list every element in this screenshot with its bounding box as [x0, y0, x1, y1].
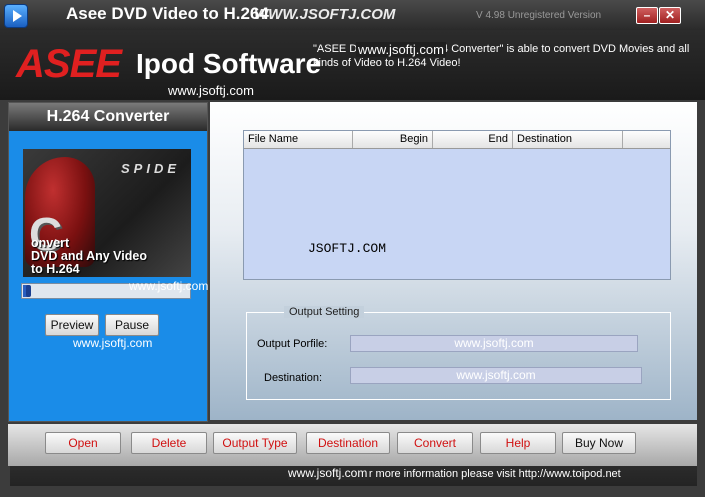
converter-panel: H.264 Converter SPIDE C onvert DVD and A… — [8, 102, 208, 422]
file-list-header: File Name Begin End Destination — [244, 131, 670, 149]
file-list[interactable]: File Name Begin End Destination JSOFTJ.C… — [243, 130, 671, 280]
panel-watermark: www.jsoftj.com — [129, 279, 209, 293]
output-profile-field[interactable]: www.jsoftj.com — [350, 335, 638, 352]
pause-button[interactable]: Pause — [105, 314, 159, 336]
preview-caption: onvert DVD and Any Video to H.264 — [31, 236, 147, 276]
output-profile-label: Output Porfile: — [257, 338, 328, 350]
window-title: Asee DVD Video to H.264 — [66, 4, 269, 23]
file-list-watermark: JSOFTJ.COM — [308, 241, 387, 256]
status-watermark: www.jsoftj.com — [288, 466, 370, 480]
minimize-button[interactable]: – — [636, 7, 658, 24]
status-text: For more information please visit http:/… — [356, 468, 621, 480]
destination-button[interactable]: Destination — [306, 432, 390, 454]
close-button[interactable]: ✕ — [659, 7, 681, 24]
column-file-name[interactable]: File Name — [244, 131, 353, 148]
progress-knob[interactable] — [26, 285, 31, 297]
output-type-button[interactable]: Output Type — [213, 432, 297, 454]
destination-label: Destination: — [264, 372, 323, 384]
panel-heading: H.264 Converter — [9, 103, 207, 131]
title-watermark: WWW.JSOFTJ.COM — [254, 6, 396, 23]
output-setting-legend: Output Setting — [284, 306, 365, 318]
version-label: V 4.98 Unregistered Version — [476, 10, 602, 21]
preview-button[interactable]: Preview — [45, 314, 99, 336]
description-watermark: www.jsoftj.com — [356, 42, 446, 57]
product-logo: Ipod Software — [136, 48, 322, 79]
column-destination[interactable]: Destination — [513, 131, 623, 148]
buy-now-button[interactable]: Buy Now — [562, 432, 636, 454]
preview-title-text: SPIDE — [121, 161, 181, 176]
app-window: Asee DVD Video to H.264 WWW.JSOFTJ.COM V… — [0, 0, 705, 497]
app-play-icon[interactable] — [4, 4, 28, 28]
column-end[interactable]: End — [433, 131, 513, 148]
brand-logo: ASEE — [16, 42, 122, 86]
main-panel: File Name Begin End Destination JSOFTJ.C… — [210, 102, 697, 420]
panel-watermark-2: www.jsoftj.com — [73, 336, 153, 350]
destination-field[interactable]: www.jsoftj.com — [350, 367, 642, 384]
output-setting-group — [246, 312, 671, 400]
column-begin[interactable]: Begin — [353, 131, 433, 148]
convert-button[interactable]: Convert — [397, 432, 473, 454]
title-bar[interactable]: Asee DVD Video to H.264 WWW.JSOFTJ.COM V… — [0, 0, 705, 30]
delete-button[interactable]: Delete — [131, 432, 207, 454]
open-button[interactable]: Open — [45, 432, 121, 454]
logo-url: www.jsoftj.com — [168, 83, 254, 98]
video-preview: SPIDE C onvert DVD and Any Video to H.26… — [23, 149, 191, 277]
help-button[interactable]: Help — [480, 432, 556, 454]
